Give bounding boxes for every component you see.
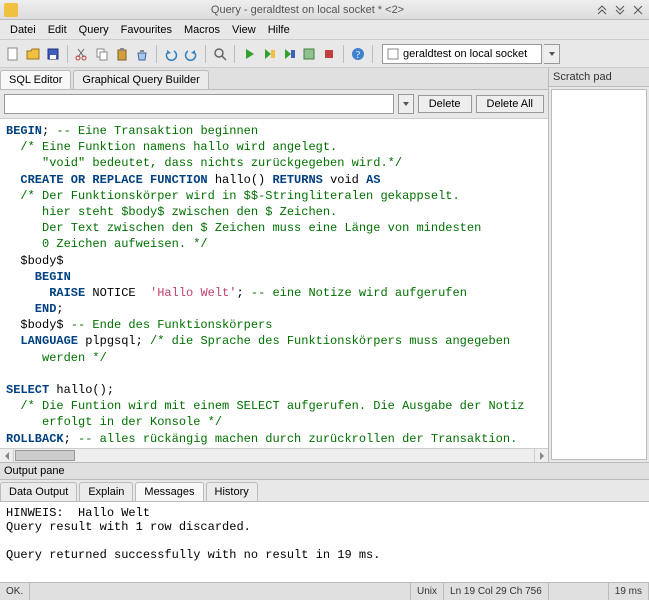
previous-queries-combo[interactable]	[4, 94, 394, 114]
delete-all-button[interactable]: Delete All	[476, 95, 544, 113]
scratchpad-title: Scratch pad	[549, 68, 649, 87]
separator	[205, 45, 206, 63]
output-tabs: Data Output Explain Messages History	[0, 480, 649, 502]
find-icon[interactable]	[211, 45, 229, 63]
editor-tabs: SQL Editor Graphical Query Builder	[0, 68, 548, 90]
scroll-left-icon[interactable]	[0, 449, 14, 462]
copy-icon[interactable]	[93, 45, 111, 63]
horizontal-scrollbar[interactable]	[0, 448, 548, 462]
tab-data-output[interactable]: Data Output	[0, 482, 77, 501]
save-icon[interactable]	[44, 45, 62, 63]
scratchpad-panel: Scratch pad	[549, 68, 649, 462]
main-area: SQL Editor Graphical Query Builder Delet…	[0, 68, 649, 462]
separator	[372, 45, 373, 63]
execute-icon[interactable]	[240, 45, 258, 63]
connection-label: geraldtest on local socket	[403, 48, 527, 60]
sql-code[interactable]: BEGIN; -- Eine Transaktion beginnen /* E…	[0, 119, 548, 448]
status-position: Ln 19 Col 29 Ch 756	[444, 583, 549, 600]
sql-editor[interactable]: BEGIN; -- Eine Transaktion beginnen /* E…	[0, 119, 548, 448]
close-icon[interactable]	[631, 3, 645, 17]
tab-explain[interactable]: Explain	[79, 482, 133, 501]
open-icon[interactable]	[24, 45, 42, 63]
tab-history[interactable]: History	[206, 482, 258, 501]
new-icon[interactable]	[4, 45, 22, 63]
scratchpad-body[interactable]	[551, 89, 647, 460]
execute-pgscript-icon[interactable]	[260, 45, 278, 63]
svg-text:?: ?	[356, 50, 361, 61]
output-header: Output pane	[0, 462, 649, 480]
menu-view[interactable]: View	[226, 22, 262, 38]
menu-edit[interactable]: Edit	[42, 22, 73, 38]
cut-icon[interactable]	[73, 45, 91, 63]
titlebar: Query - geraldtest on local socket * <2>	[0, 0, 649, 20]
help-icon[interactable]: ?	[349, 45, 367, 63]
scroll-thumb[interactable]	[15, 450, 75, 461]
menubar: Datei Edit Query Favourites Macros View …	[0, 20, 649, 40]
connection-combo[interactable]: geraldtest on local socket	[382, 44, 542, 64]
editor-column: SQL Editor Graphical Query Builder Delet…	[0, 68, 549, 462]
separator	[156, 45, 157, 63]
menu-query[interactable]: Query	[73, 22, 115, 38]
tab-messages[interactable]: Messages	[135, 482, 203, 501]
status-encoding: Unix	[411, 583, 444, 600]
explain-icon[interactable]	[300, 45, 318, 63]
cancel-icon[interactable]	[320, 45, 338, 63]
menu-favourites[interactable]: Favourites	[115, 22, 178, 38]
app-icon	[4, 3, 18, 17]
tab-graphical-builder[interactable]: Graphical Query Builder	[73, 70, 208, 89]
connection-dropdown-icon[interactable]	[544, 44, 560, 64]
execute-file-icon[interactable]	[280, 45, 298, 63]
maximize-icon[interactable]	[613, 3, 627, 17]
undo-icon[interactable]	[162, 45, 180, 63]
tab-sql-editor[interactable]: SQL Editor	[0, 70, 71, 89]
output-messages[interactable]: HINWEIS: Hallo Welt Query result with 1 …	[0, 502, 649, 582]
redo-icon[interactable]	[182, 45, 200, 63]
separator	[234, 45, 235, 63]
window-title: Query - geraldtest on local socket * <2>	[24, 4, 591, 16]
status-spacer	[30, 583, 411, 600]
status-rows	[549, 583, 609, 600]
menu-hilfe[interactable]: Hilfe	[262, 22, 296, 38]
query-dropdown-icon[interactable]	[398, 94, 414, 114]
separator	[343, 45, 344, 63]
paste-icon[interactable]	[113, 45, 131, 63]
clear-icon[interactable]	[133, 45, 151, 63]
toolbar: ? geraldtest on local socket	[0, 40, 649, 68]
separator	[67, 45, 68, 63]
menu-datei[interactable]: Datei	[4, 22, 42, 38]
delete-button[interactable]: Delete	[418, 95, 472, 113]
scroll-right-icon[interactable]	[534, 449, 548, 462]
status-ok: OK.	[0, 583, 30, 600]
menu-macros[interactable]: Macros	[178, 22, 226, 38]
status-time: 19 ms	[609, 583, 649, 600]
statusbar: OK. Unix Ln 19 Col 29 Ch 756 19 ms	[0, 582, 649, 600]
minimize-icon[interactable]	[595, 3, 609, 17]
query-toolbar: Delete Delete All	[0, 90, 548, 119]
